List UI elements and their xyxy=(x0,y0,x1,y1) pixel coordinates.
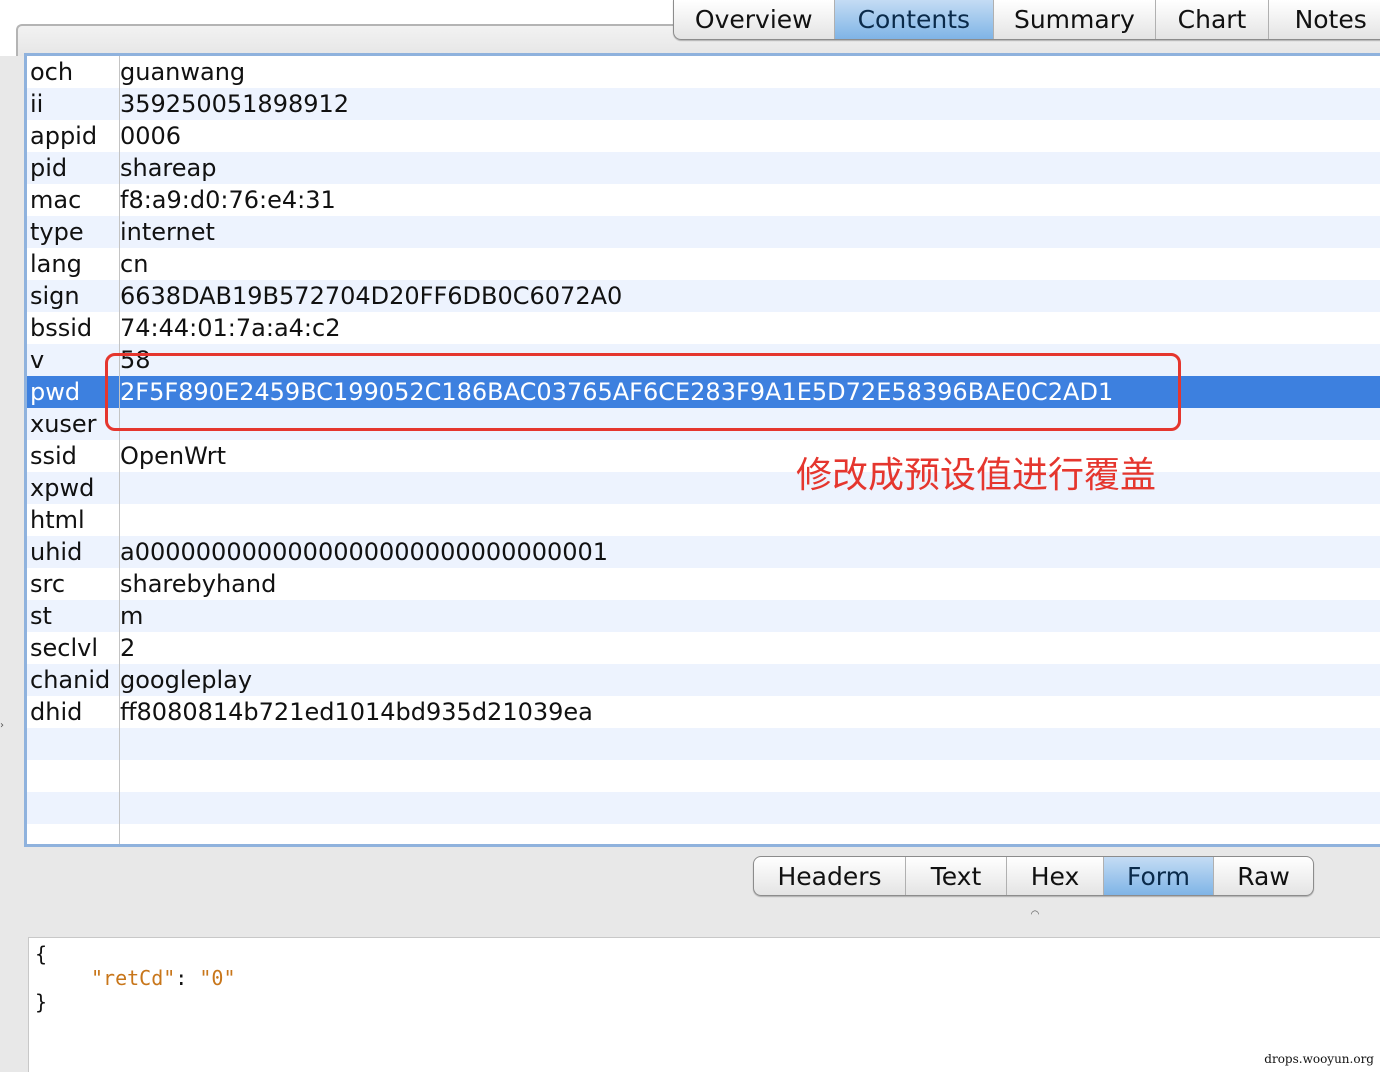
json-open-brace: { xyxy=(35,942,48,966)
watermark: drops.wooyun.org xyxy=(1264,1052,1374,1066)
table-row[interactable]: lang cn xyxy=(27,248,1380,280)
param-name: dhid xyxy=(30,698,83,726)
param-name: uhid xyxy=(30,538,83,566)
param-value: internet xyxy=(120,218,215,246)
param-value: f8:a9:d0:76:e4:31 xyxy=(120,186,336,214)
param-name: och xyxy=(30,58,74,86)
param-value: m xyxy=(120,602,144,630)
json-pair: "retCd": "0" xyxy=(91,966,236,990)
table-row[interactable]: mac f8:a9:d0:76:e4:31 xyxy=(27,184,1380,216)
annotation-text: 修改成预设值进行覆盖 xyxy=(796,455,1157,496)
table-row[interactable]: och guanwang xyxy=(27,56,1380,88)
param-name: chanid xyxy=(30,666,111,694)
param-value: 2 xyxy=(120,634,136,662)
table-row[interactable]: ii 359250051898912 xyxy=(27,88,1380,120)
param-value: a0000000000000000000000000000001 xyxy=(120,538,609,566)
response-tab-bar: Headers Text Hex Form Raw xyxy=(753,856,1314,896)
scroll-edge-icon: › xyxy=(0,720,4,731)
param-name: v xyxy=(30,346,45,374)
json-key: "retCd" xyxy=(91,966,176,990)
param-value: ff8080814b721ed1014bd935d21039ea xyxy=(120,698,593,726)
table-row[interactable]: html xyxy=(27,504,1380,536)
tab-hex[interactable]: Hex xyxy=(1007,857,1104,895)
param-name: st xyxy=(30,602,52,630)
annotation-highlight-box xyxy=(105,353,1181,431)
table-row[interactable]: appid 0006 xyxy=(27,120,1380,152)
table-row[interactable]: st m xyxy=(27,600,1380,632)
tab-summary[interactable]: Summary xyxy=(994,0,1156,39)
table-row-empty[interactable] xyxy=(27,760,1380,792)
json-close-brace: } xyxy=(35,990,48,1014)
table-row[interactable]: type internet xyxy=(27,216,1380,248)
param-name: bssid xyxy=(30,314,93,342)
tab-notes[interactable]: Notes xyxy=(1269,0,1380,39)
param-name: ssid xyxy=(30,442,77,470)
param-name: ii xyxy=(30,90,44,118)
response-body[interactable]: { "retCd": "0" } xyxy=(28,937,1380,1072)
param-name: lang xyxy=(30,250,82,278)
param-name: pwd xyxy=(30,378,81,406)
table-row-empty[interactable] xyxy=(27,792,1380,824)
tab-raw[interactable]: Raw xyxy=(1214,857,1313,895)
splitter-handle-icon[interactable]: ◠ xyxy=(1029,910,1041,920)
tab-headers[interactable]: Headers xyxy=(754,857,906,895)
table-row-empty[interactable] xyxy=(27,824,1380,844)
param-name: sign xyxy=(30,282,80,310)
param-name: type xyxy=(30,218,84,246)
table-row[interactable]: dhid ff8080814b721ed1014bd935d21039ea xyxy=(27,696,1380,728)
param-value: 6638DAB19B572704D20FF6DB0C6072A0 xyxy=(120,282,623,310)
table-row[interactable]: sign 6638DAB19B572704D20FF6DB0C6072A0 xyxy=(27,280,1380,312)
param-name: mac xyxy=(30,186,82,214)
table-row[interactable]: pid shareap xyxy=(27,152,1380,184)
param-value: shareap xyxy=(120,154,217,182)
json-value: "0" xyxy=(199,966,236,990)
tab-contents[interactable]: Contents xyxy=(834,0,995,39)
param-name: src xyxy=(30,570,66,598)
param-value: guanwang xyxy=(120,58,246,86)
param-name: xpwd xyxy=(30,474,95,502)
param-name: appid xyxy=(30,122,98,150)
param-value: sharebyhand xyxy=(120,570,277,598)
param-value: googleplay xyxy=(120,666,253,694)
table-row[interactable]: src sharebyhand xyxy=(27,568,1380,600)
table-row[interactable]: seclvl 2 xyxy=(27,632,1380,664)
tab-text[interactable]: Text xyxy=(906,857,1007,895)
param-value: OpenWrt xyxy=(120,442,227,470)
param-value: cn xyxy=(120,250,149,278)
param-name: html xyxy=(30,506,85,534)
table-row[interactable]: bssid 74:44:01:7a:a4:c2 xyxy=(27,312,1380,344)
table-row[interactable]: uhid a0000000000000000000000000000001 xyxy=(27,536,1380,568)
tab-chart[interactable]: Chart xyxy=(1156,0,1270,39)
tab-overview[interactable]: Overview xyxy=(674,0,835,39)
param-name: xuser xyxy=(30,410,97,438)
param-value: 359250051898912 xyxy=(120,90,350,118)
param-value: 74:44:01:7a:a4:c2 xyxy=(120,314,341,342)
view-tab-bar: Overview Contents Summary Chart Notes xyxy=(673,0,1380,40)
param-value: 0006 xyxy=(120,122,182,150)
tab-form[interactable]: Form xyxy=(1104,857,1214,895)
param-name: seclvl xyxy=(30,634,99,662)
table-row[interactable]: chanid googleplay xyxy=(27,664,1380,696)
table-row-empty[interactable] xyxy=(27,728,1380,760)
column-divider[interactable] xyxy=(119,56,120,844)
json-colon: : xyxy=(175,966,200,990)
param-name: pid xyxy=(30,154,68,182)
